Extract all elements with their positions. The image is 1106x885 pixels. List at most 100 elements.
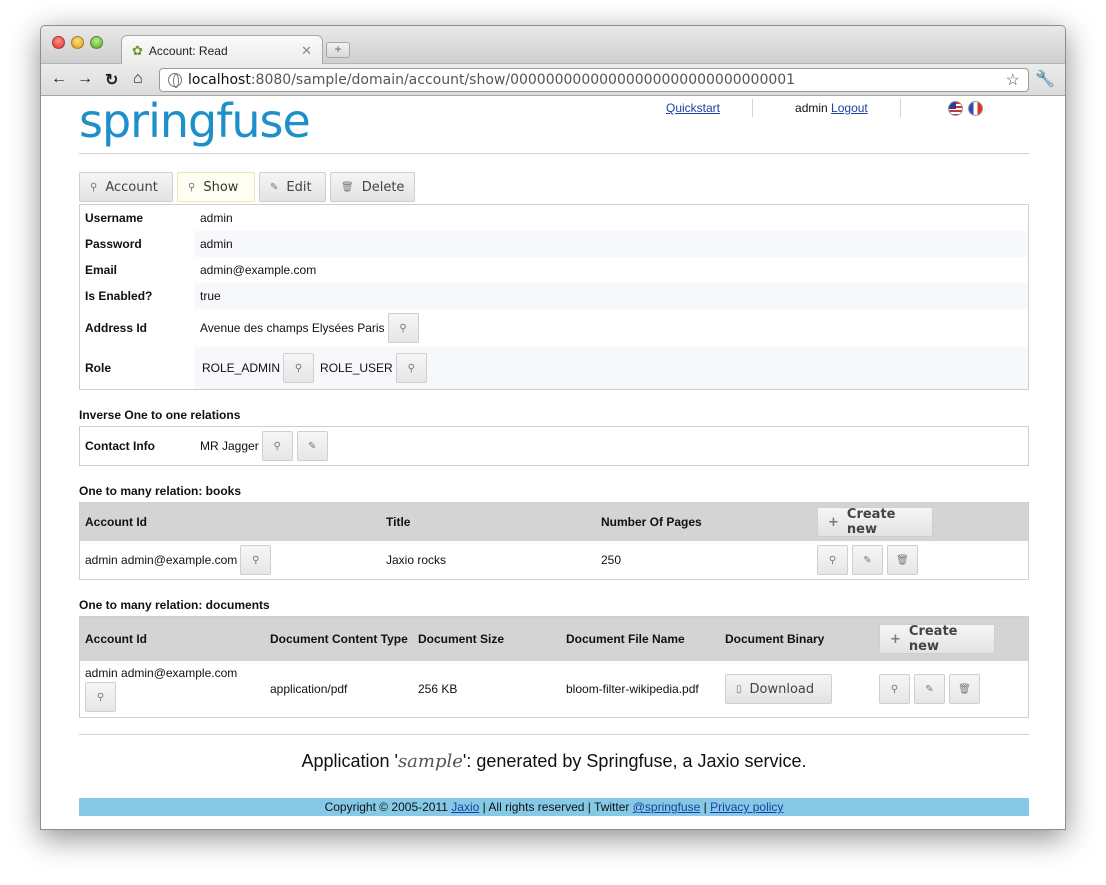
forward-arrow-icon[interactable]: → [77, 70, 93, 88]
url-path: :8080/sample/domain/account/show/0000000… [250, 72, 796, 88]
app-credit-suffix: ': generated by Springfuse, a Jaxio serv… [462, 751, 807, 771]
edit-label: Edit [286, 179, 312, 195]
springfuse-logo[interactable]: springfuse [79, 96, 311, 146]
view-address-button[interactable]: ⚲ [387, 313, 419, 343]
browser-tab[interactable]: ✿ Account: Read ✕ [121, 35, 323, 65]
email-label: Email [85, 263, 118, 277]
enabled-value: true [195, 283, 1028, 309]
username-label: Username [85, 211, 144, 225]
books-col-account: Account Id [85, 515, 147, 529]
search-icon: ⚲ [273, 440, 281, 452]
username-value: admin [200, 211, 233, 225]
enabled-label: Is Enabled? [85, 289, 153, 303]
twitter-link[interactable]: @springfuse [633, 800, 701, 814]
delete-book-button[interactable]: 🗑 [887, 545, 918, 575]
trash-icon: 🗑 [341, 181, 354, 193]
reload-icon[interactable]: ↻ [105, 70, 118, 90]
search-icon: ⚲ [399, 322, 407, 334]
logout-link[interactable]: Logout [831, 101, 868, 115]
title-bar: ✿ Account: Read ✕ + [41, 26, 1065, 65]
top-nav: Quickstart admin Logout [666, 99, 983, 117]
role-row: Role ROLE_ADMIN ⚲ ROLE_USER ⚲ [80, 347, 1028, 389]
doc-size-cell: 256 KB [418, 682, 458, 696]
edit-button[interactable]: ✎ Edit [259, 172, 326, 202]
jaxio-link[interactable]: Jaxio [451, 800, 479, 814]
books-create-new-button[interactable]: + Create new [817, 507, 933, 537]
docs-col-account: Account Id [85, 632, 147, 646]
show-label: Show [203, 179, 239, 195]
delete-doc-button[interactable]: 🗑 [949, 674, 980, 704]
delete-button[interactable]: 🗑 Delete [330, 172, 415, 202]
docs-create-cell: + Create new [879, 624, 995, 654]
view-doc-account-button[interactable]: ⚲ [85, 682, 116, 712]
account-label: Account [105, 179, 158, 195]
books-col-pages: Number Of Pages [601, 515, 702, 529]
contact-row: Contact Info MR Jagger ⚲ ✎ [80, 427, 1028, 465]
role-admin-text: ROLE_ADMIN [202, 361, 281, 375]
nav-divider [752, 99, 754, 117]
docs-create-new-button[interactable]: + Create new [879, 624, 995, 654]
address-text: Avenue des champs Elysées Paris [200, 321, 385, 335]
view-role-user-button[interactable]: ⚲ [395, 353, 427, 383]
password-value: admin [195, 231, 1028, 257]
home-icon[interactable]: ⌂ [133, 70, 143, 88]
contact-value: MR Jagger ⚲ ✎ [195, 427, 1028, 465]
new-tab-button[interactable]: + [326, 42, 350, 58]
browser-window: ✿ Account: Read ✕ + ← → ↻ ⌂ localhost:80… [40, 25, 1066, 830]
books-col-title: Title [386, 515, 411, 529]
tab-title: Account: Read [148, 43, 228, 58]
view-book-button[interactable]: ⚲ [817, 545, 848, 575]
edit-doc-button[interactable]: ✎ [914, 674, 945, 704]
footer-divider [79, 734, 1029, 735]
privacy-policy-link[interactable]: Privacy policy [710, 800, 783, 814]
download-label: Download [749, 681, 815, 697]
close-window-button[interactable] [52, 36, 65, 49]
password-row: Password admin [80, 231, 1028, 257]
account-button[interactable]: ⚲ Account [79, 172, 173, 202]
address-bar[interactable]: localhost:8080/sample/domain/account/sho… [159, 68, 1029, 92]
french-flag-icon[interactable] [967, 100, 983, 116]
edit-contact-button[interactable]: ✎ [296, 431, 328, 461]
table-row: admin admin@example.com ⚲ Jaxio rocks 25… [80, 541, 1028, 579]
enabled-row: Is Enabled? true [80, 283, 1028, 309]
nav-divider [899, 99, 901, 117]
search-icon: ⚲ [252, 554, 260, 566]
view-book-account-button[interactable]: ⚲ [240, 545, 272, 575]
download-button[interactable]: ▯ Download [725, 674, 832, 704]
view-contact-button[interactable]: ⚲ [261, 431, 293, 461]
zoom-window-button[interactable] [90, 36, 103, 49]
edit-book-button[interactable]: ✎ [852, 545, 883, 575]
globe-icon [168, 73, 182, 88]
view-doc-button[interactable]: ⚲ [879, 674, 910, 704]
docs-col-content-type: Document Content Type [270, 631, 408, 646]
doc-actions-cell: ⚲ ✎ 🗑 [879, 674, 980, 704]
favicon-sprout-icon: ✿ [132, 42, 143, 58]
url-text[interactable]: localhost:8080/sample/domain/account/sho… [188, 72, 1006, 88]
book-account-cell: admin admin@example.com ⚲ [80, 545, 381, 575]
minimize-window-button[interactable] [71, 36, 84, 49]
quickstart-link[interactable]: Quickstart [666, 101, 720, 115]
view-role-admin-button[interactable]: ⚲ [283, 353, 315, 383]
books-header-row: Account Id Title Number Of Pages + Create… [80, 503, 1028, 541]
pencil-icon: ✎ [863, 554, 872, 566]
bookmark-star-icon[interactable]: ☆ [1006, 70, 1020, 90]
copyright-bar: Copyright © 2005-2011 Jaxio | All rights… [79, 798, 1029, 816]
back-arrow-icon[interactable]: ← [51, 70, 67, 88]
books-section-title: One to many relation: books [79, 484, 242, 498]
trash-icon: 🗑 [958, 683, 971, 695]
books-create-new-label: Create new [846, 507, 896, 537]
doc-account-cell: admin admin@example.com ⚲ [80, 666, 265, 712]
close-tab-icon[interactable]: ✕ [301, 43, 312, 59]
search-icon: ⚲ [96, 691, 105, 703]
show-button[interactable]: ⚲ Show [177, 172, 255, 202]
contact-text: MR Jagger [200, 439, 259, 453]
book-title-cell: Jaxio rocks [386, 553, 447, 567]
english-flag-icon[interactable] [947, 100, 963, 116]
documents-section-title: One to many relation: documents [79, 598, 270, 612]
wrench-icon[interactable]: 🔧 [1035, 69, 1055, 89]
books-table: Account Id Title Number Of Pages + Create… [79, 502, 1029, 580]
documents-table: Account Id Document Content Type Documen… [79, 616, 1029, 718]
action-tabs: ⚲ Account ⚲ Show ✎ Edit 🗑 Delete [79, 172, 1029, 202]
pencil-icon: ✎ [307, 440, 317, 452]
search-icon: ⚲ [890, 683, 899, 695]
